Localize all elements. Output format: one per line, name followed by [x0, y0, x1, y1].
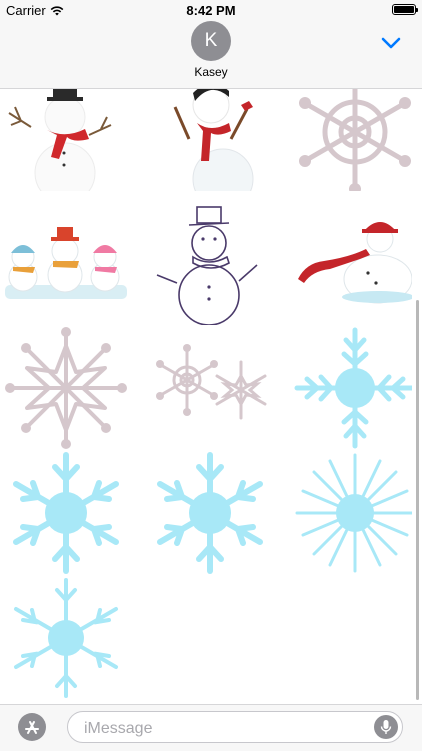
blue-snowflake-sticker[interactable] [1, 451, 131, 575]
snowman-with-red-scarf-sticker[interactable] [1, 89, 131, 191]
microphone-button[interactable] [374, 715, 398, 739]
blue-snowflake-sticker[interactable] [145, 451, 275, 575]
pink-star-snowflake-sticker[interactable] [1, 326, 131, 450]
pink-wheel-snowflake-sticker[interactable] [290, 89, 412, 191]
avatar-initial: K [204, 30, 218, 51]
three-snowmen-group-sticker[interactable] [1, 201, 131, 325]
message-input-bar [0, 704, 422, 751]
sketched-snowman-top-hat-sticker[interactable] [145, 201, 275, 325]
sticker-grid [0, 89, 412, 703]
conversation-header: Carrier 8:42 PM K Kasey [0, 0, 422, 89]
microphone-icon [380, 720, 392, 734]
clock: 8:42 PM [186, 3, 236, 18]
two-pink-snowflakes-sticker[interactable] [145, 326, 275, 450]
chevron-down-icon[interactable] [380, 36, 402, 50]
app-store-button[interactable] [18, 713, 46, 741]
scroll-indicator[interactable] [416, 300, 419, 700]
blue-fern-snowflake-sticker[interactable] [290, 326, 412, 450]
contact-avatar[interactable]: K [191, 21, 231, 61]
imessage-field[interactable] [67, 711, 403, 743]
blue-snowflake-sticker[interactable] [1, 576, 131, 700]
status-bar: Carrier 8:42 PM [0, 0, 422, 22]
snowman-waving-red-scarf-sticker[interactable] [145, 89, 275, 191]
message-input[interactable] [82, 718, 366, 740]
contact-name[interactable]: Kasey [0, 65, 422, 79]
snowman-red-hat-windy-scarf-sticker[interactable] [290, 201, 412, 325]
blue-starburst-snowflake-sticker[interactable] [290, 451, 412, 575]
battery-icon [392, 4, 418, 15]
app-store-icon [25, 721, 39, 734]
battery-level [394, 6, 414, 13]
